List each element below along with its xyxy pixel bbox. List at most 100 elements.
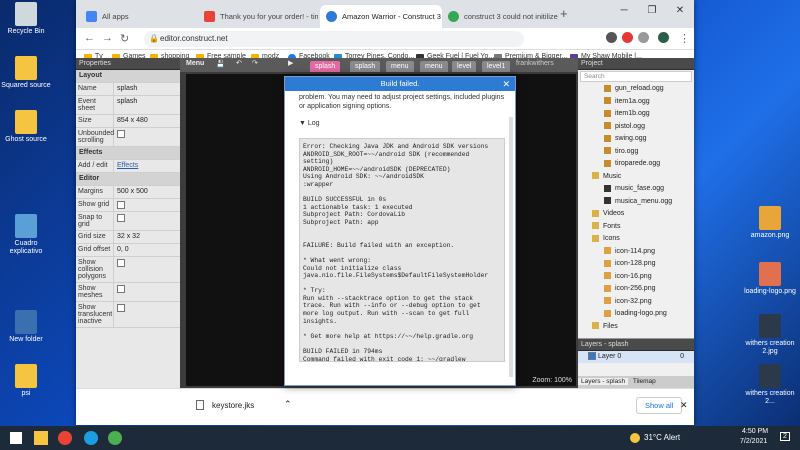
browser-tab[interactable]: Thank you for your order! - tim [198,5,318,28]
close-icon[interactable]: ✕ [502,77,510,91]
address-bar-row: ← → ↻ 🔒 editor.construct.net ⋮ [76,28,694,50]
reload-icon[interactable]: ↻ [120,32,129,45]
tree-item[interactable]: Files [578,321,694,334]
tree-item[interactable]: Videos [578,208,694,221]
profile-avatar[interactable] [658,32,669,43]
desktop-icon[interactable]: Recycle Bin [0,2,52,36]
layer-row[interactable]: Layer 00 [578,351,694,363]
download-filename[interactable]: keystore.jks [212,401,254,410]
desktop-icon[interactable]: Cuadro explicativo [0,214,52,256]
tree-item[interactable]: icon-32.png [578,296,694,309]
prop-row: Margins 500 x 500 [76,186,180,199]
tab-tilemap[interactable]: Tilemap [630,378,659,385]
tree-item[interactable]: Fonts [578,221,694,234]
checkbox[interactable] [117,259,125,267]
desktop-icon[interactable]: withers creation 2.jpg [744,314,796,356]
browser-tab[interactable]: construct 3 could not initilize c [442,5,558,28]
chrome-icon[interactable] [58,431,72,445]
clock-date[interactable]: 7/2/2021 [740,438,767,445]
effects-link[interactable]: Effects [114,160,180,172]
tree-item[interactable]: icon-256.png [578,283,694,296]
layout-tab[interactable]: splash [350,61,381,72]
effects-section[interactable]: Effects [76,147,180,160]
tree-item[interactable]: pistol.ogg [578,121,694,134]
tree-item[interactable]: Music [578,171,694,184]
clock-time[interactable]: 4:50 PM [742,428,768,435]
layout-tab[interactable]: splash [310,61,341,72]
undo-icon[interactable]: ↶ [236,59,242,67]
tab-layers[interactable]: Layers - splash [578,378,629,385]
maximize-button[interactable]: ❐ [638,0,666,22]
prop-row: Size 854 x 480 [76,115,180,128]
editor-section[interactable]: Editor [76,173,180,186]
file-explorer-icon[interactable] [34,431,48,445]
layout-tab[interactable]: menu [386,61,414,72]
layout-tab[interactable]: menu [420,61,448,72]
desktop-icon[interactable]: Squared source [0,56,52,90]
tree-item[interactable]: tiroparede.ogg [578,158,694,171]
browser-tab[interactable]: All apps [80,5,198,28]
tree-item[interactable]: music_fase.ogg [578,183,694,196]
extension-icon[interactable] [638,32,649,43]
properties-title: Properties [76,58,180,70]
forward-icon[interactable]: → [102,32,113,44]
tree-item[interactable]: musica_menu.ogg [578,196,694,209]
audio-file-icon [604,84,611,92]
show-all-button[interactable]: Show all [636,397,683,414]
menu-button[interactable]: Menu [186,60,204,67]
layout-tab[interactable]: level [452,61,477,72]
close-window-button[interactable]: ✕ [666,0,694,22]
layer-visible-checkbox[interactable] [588,352,596,361]
url-field[interactable]: 🔒 editor.construct.net [144,31,524,47]
username[interactable]: frankwithers [516,60,554,67]
tree-item[interactable]: icon-128.png [578,258,694,271]
redo-icon[interactable]: ↷ [252,59,258,67]
notification-badge[interactable]: 2 [780,432,790,441]
tree-item[interactable]: tiro.ogg [578,146,694,159]
utorrent-icon[interactable] [108,431,122,445]
desktop-icon[interactable]: Ghost source [0,110,52,144]
layout-tab[interactable]: level1 [482,61,511,72]
image-icon [604,272,611,280]
checkbox[interactable] [117,201,125,209]
log-toggle[interactable]: ▼ Log [299,119,505,128]
tree-item[interactable]: Icons [578,233,694,246]
chevron-up-icon[interactable]: ⌃ [284,399,292,410]
edge-icon[interactable] [84,431,98,445]
layout-section[interactable]: Layout [76,70,180,83]
desktop-icon[interactable]: amazon.png [744,206,796,240]
back-icon[interactable]: ← [84,32,95,44]
weather-icon[interactable] [630,433,640,443]
checkbox[interactable] [117,285,125,293]
dialog-scrollbar[interactable] [509,117,513,377]
project-search[interactable]: Search [580,71,692,82]
tree-item[interactable]: item1a.ogg [578,96,694,109]
close-download-icon[interactable]: ✕ [680,400,688,411]
build-log[interactable]: Error: Checking Java JDK and Android SDK… [299,138,505,362]
checkbox[interactable] [117,304,125,312]
tree-item[interactable]: icon-114.png [578,246,694,259]
weather-text[interactable]: 31°C Alert [644,433,680,442]
tree-item[interactable]: loading-logo.png [578,308,694,321]
play-icon[interactable]: ▶ [288,59,293,67]
folder-icon [592,322,599,330]
desktop-icon[interactable]: New folder [0,310,52,344]
desktop-icon[interactable]: psi [0,364,52,398]
desktop-icon[interactable]: loading-logo.png [744,262,796,296]
desktop-icon[interactable]: withers creation 2... [744,364,796,406]
extension-icon[interactable] [606,32,617,43]
minimize-button[interactable]: ─ [610,0,638,22]
checkbox[interactable] [117,214,125,222]
tree-item[interactable]: gun_reload.ogg [578,83,694,96]
menu-dots-icon[interactable]: ⋮ [679,32,690,45]
extension-icon[interactable] [622,32,633,43]
browser-tab-active[interactable]: Amazon Warrior - Construct 3 [320,5,442,28]
checkbox[interactable] [117,130,125,138]
save-icon[interactable]: 💾 [216,60,225,68]
tree-item[interactable]: icon-16.png [578,271,694,284]
tree-item[interactable]: item1b.ogg [578,108,694,121]
tree-item[interactable]: swing.ogg [578,133,694,146]
lock-icon: 🔒 [149,34,159,43]
new-tab-button[interactable]: + [560,6,568,21]
windows-start-icon[interactable] [10,432,22,444]
